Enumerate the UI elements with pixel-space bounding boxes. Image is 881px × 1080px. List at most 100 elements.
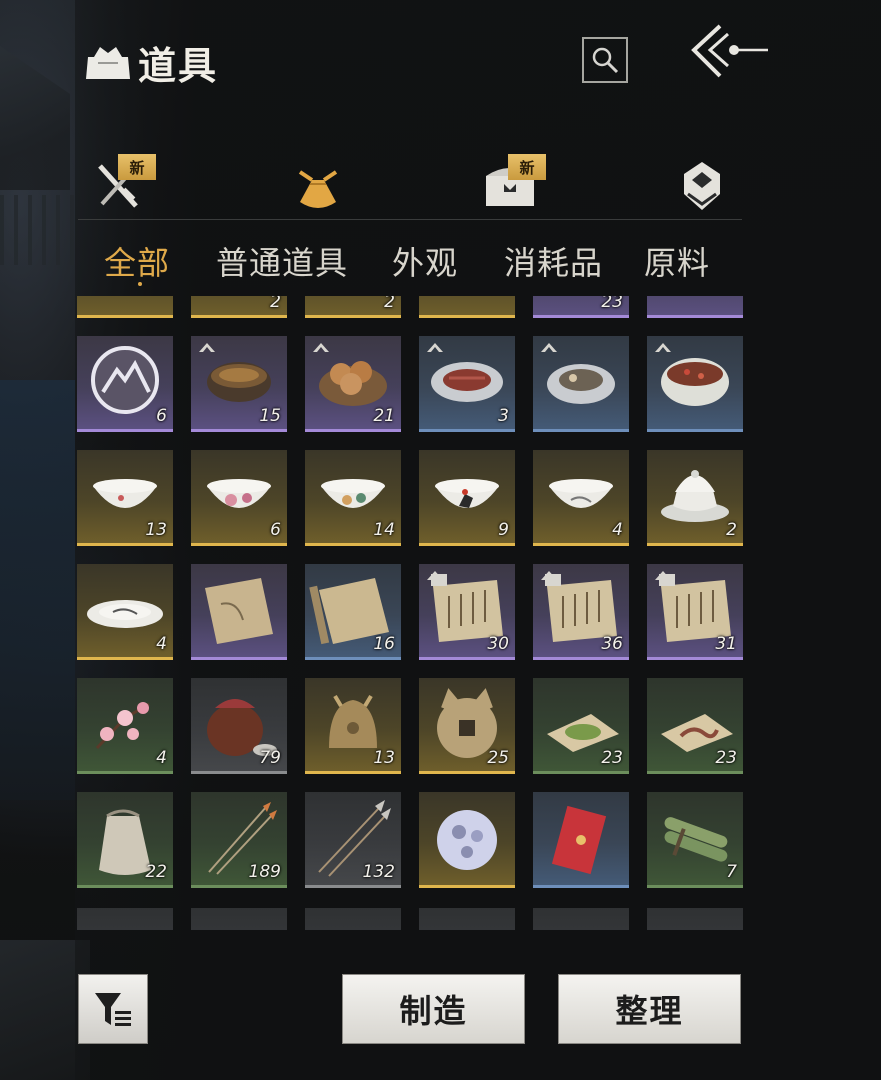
category-bar: 新 新	[78, 150, 742, 220]
page-title: 道具	[138, 42, 219, 88]
item-count: 3	[498, 406, 509, 426]
sort-button[interactable]: 整理	[558, 974, 741, 1044]
item-count: 7	[726, 862, 737, 882]
item-count: 31	[715, 634, 737, 654]
item-count: 22	[145, 862, 167, 882]
category-weapons[interactable]: 新	[92, 154, 156, 214]
item-slot[interactable]: 36	[533, 564, 629, 660]
item-slot[interactable]: 16	[305, 564, 401, 660]
craft-button[interactable]: 制造	[342, 974, 525, 1044]
item-slot[interactable]: 2	[191, 296, 287, 318]
item-count: 9	[498, 520, 509, 540]
item-slot[interactable]: 9	[419, 450, 515, 546]
category-chests[interactable]: 新	[482, 154, 546, 214]
item-count: 79	[259, 748, 281, 768]
item-slot[interactable]: 2	[305, 296, 401, 318]
back-button[interactable]	[686, 22, 770, 82]
background-water	[0, 380, 75, 800]
item-slot[interactable]	[191, 908, 287, 930]
tier-chevron-icon	[427, 343, 443, 352]
item-grid[interactable]: 2 2 23 6 15 21 3 13 6 14 9 4 2 4 16 30 36 31 4 79 13 25 23 23 22…	[77, 296, 745, 930]
item-slot[interactable]	[647, 908, 743, 930]
category-badges[interactable]	[674, 158, 730, 214]
item-slot[interactable]: 6	[77, 336, 173, 432]
item-slot[interactable]	[533, 336, 629, 432]
item-count: 13	[145, 520, 167, 540]
item-slot[interactable]	[305, 908, 401, 930]
item-count: 2	[270, 296, 281, 312]
tier-chevron-icon	[313, 343, 329, 352]
item-slot[interactable]: 23	[533, 296, 629, 318]
item-slot[interactable]	[533, 908, 629, 930]
item-count: 36	[601, 634, 623, 654]
item-slot[interactable]	[419, 908, 515, 930]
tier-chevron-icon	[655, 343, 671, 352]
active-tab-indicator	[138, 282, 142, 286]
item-slot[interactable]	[77, 296, 173, 318]
item-slot[interactable]: 132	[305, 792, 401, 888]
search-icon	[592, 47, 619, 74]
scroll-map-icon	[205, 578, 273, 644]
item-slot[interactable]: 15	[191, 336, 287, 432]
item-slot[interactable]	[77, 908, 173, 930]
item-slot[interactable]: 6	[191, 450, 287, 546]
item-slot[interactable]: 31	[647, 564, 743, 660]
item-slot[interactable]: 189	[191, 792, 287, 888]
back-arrow-icon	[691, 24, 768, 78]
item-slot[interactable]	[419, 792, 515, 888]
item-count: 23	[601, 296, 623, 312]
item-slot[interactable]: 3	[419, 336, 515, 432]
item-slot[interactable]	[191, 564, 287, 660]
item-slot[interactable]: 14	[305, 450, 401, 546]
item-count: 189	[248, 862, 281, 882]
item-slot[interactable]: 4	[77, 678, 173, 774]
item-slot[interactable]	[419, 296, 515, 318]
item-slot[interactable]	[533, 792, 629, 888]
item-count: 4	[156, 634, 167, 654]
item-count: 25	[487, 748, 509, 768]
item-count: 23	[601, 748, 623, 768]
item-slot[interactable]: 13	[305, 678, 401, 774]
tab-normal-items[interactable]: 普通道具	[216, 238, 348, 284]
tab-materials[interactable]: 原料	[644, 238, 710, 284]
item-slot[interactable]: 25	[419, 678, 515, 774]
item-slot[interactable]: 22	[77, 792, 173, 888]
item-slot[interactable]: 4	[77, 564, 173, 660]
category-items[interactable]	[290, 158, 346, 214]
tab-all[interactable]: 全部	[104, 238, 170, 284]
item-slot[interactable]: 23	[647, 678, 743, 774]
filter-button[interactable]	[78, 974, 148, 1044]
item-count: 15	[259, 406, 281, 426]
item-slot[interactable]: 4	[533, 450, 629, 546]
tab-consumables[interactable]: 消耗品	[504, 238, 603, 284]
tier-chevron-icon	[655, 571, 671, 580]
item-slot[interactable]: 2	[647, 450, 743, 546]
item-slot[interactable]: 21	[305, 336, 401, 432]
item-count: 30	[487, 634, 509, 654]
inventory-header: 道具	[84, 36, 218, 88]
filter-funnel-icon	[95, 993, 131, 1026]
item-count: 2	[726, 520, 737, 540]
item-count: 6	[156, 406, 167, 426]
pouch-icon	[298, 170, 338, 208]
category-divider	[78, 219, 742, 220]
tier-chevron-icon	[541, 571, 557, 580]
item-slot[interactable]	[647, 296, 743, 318]
filter-tabs: 全部 普通道具 外观 消耗品 原料	[78, 238, 758, 288]
item-slot[interactable]: 30	[419, 564, 515, 660]
tab-appearance[interactable]: 外观	[392, 238, 458, 284]
background-railing	[0, 195, 80, 265]
new-badge: 新	[118, 154, 156, 180]
pearl-orb-icon	[437, 810, 497, 870]
item-slot[interactable]: 7	[647, 792, 743, 888]
badge-emblem-icon	[684, 162, 720, 210]
search-button[interactable]	[582, 37, 628, 83]
item-slot[interactable]: 79	[191, 678, 287, 774]
item-count: 23	[715, 748, 737, 768]
item-count: 132	[362, 862, 395, 882]
new-badge: 新	[508, 154, 546, 180]
tier-chevron-icon	[199, 343, 215, 352]
item-slot[interactable]	[647, 336, 743, 432]
item-slot[interactable]: 23	[533, 678, 629, 774]
item-slot[interactable]: 13	[77, 450, 173, 546]
